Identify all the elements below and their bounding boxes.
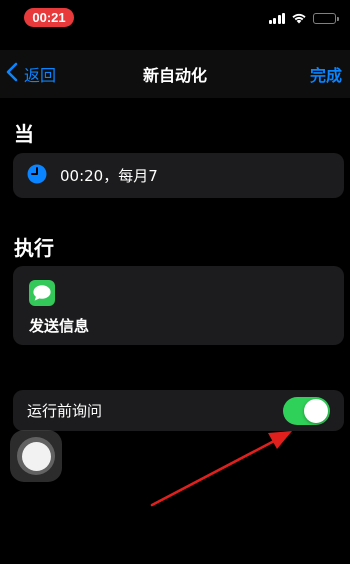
status-time: 00:21	[24, 8, 74, 27]
ask-before-running-row: 运行前询问	[13, 390, 344, 431]
messages-icon	[29, 280, 55, 306]
trigger-card[interactable]: 00:20，每月7	[13, 153, 344, 198]
status-icons	[268, 9, 339, 28]
action-label: 发送信息	[29, 317, 90, 335]
signal-icon	[268, 12, 285, 24]
clock-icon	[27, 164, 47, 188]
page-title: 新自动化	[142, 66, 207, 85]
toggle-knob	[304, 398, 328, 423]
navigation-bar: 返回 新自动化 完成	[0, 50, 350, 98]
when-section-header: 当	[14, 122, 34, 146]
trigger-row[interactable]: 00:20，每月7	[13, 153, 344, 198]
ask-before-running-label: 运行前询问	[27, 402, 103, 420]
status-bar: 00:21	[0, 0, 350, 36]
done-button[interactable]: 完成	[310, 50, 342, 98]
battery-icon	[313, 12, 339, 24]
trigger-text: 00:20，每月7	[60, 167, 158, 185]
action-card[interactable]: 发送信息	[13, 266, 344, 345]
ask-before-running-toggle[interactable]	[283, 396, 330, 425]
assistive-touch-button[interactable]	[10, 430, 62, 482]
wifi-icon	[291, 9, 307, 28]
do-section-header: 执行	[14, 236, 54, 260]
